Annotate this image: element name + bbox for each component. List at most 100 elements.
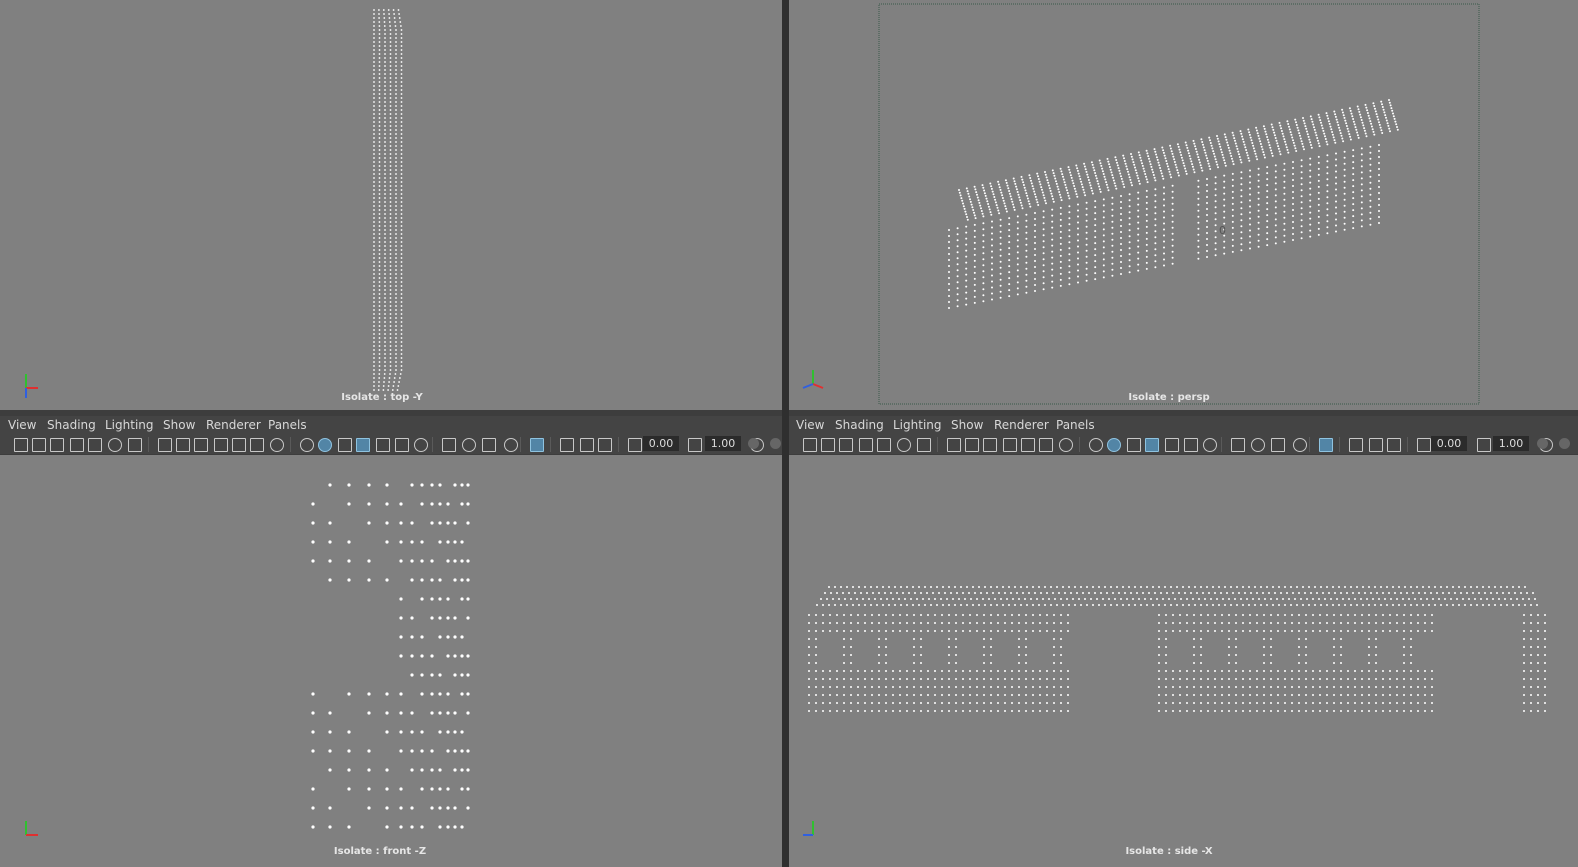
toolbar-tool-icon[interactable]	[1477, 438, 1491, 452]
toolbar-tool-icon[interactable]	[442, 438, 456, 452]
point-vertex	[1207, 630, 1209, 632]
toolbar-tool-icon[interactable]	[504, 438, 518, 452]
toolbar-tool-icon[interactable]	[983, 438, 997, 452]
toolbar-tool-icon[interactable]	[232, 438, 246, 452]
toolbar-tool-icon[interactable]	[839, 438, 853, 452]
toolbar-tool-icon[interactable]	[530, 438, 544, 452]
menu-shading[interactable]: Shading	[47, 418, 96, 432]
toolbar-tool-icon[interactable]	[1369, 438, 1383, 452]
toolbar-tool-icon[interactable]	[1003, 438, 1017, 452]
point-vertex	[1051, 256, 1054, 259]
point-vertex	[1360, 213, 1363, 216]
toolbar-tool-icon[interactable]	[803, 438, 817, 452]
toolbar-tool-icon[interactable]	[1107, 438, 1121, 452]
toolbar-tool-icon[interactable]	[14, 438, 28, 452]
toolbar-tool-icon[interactable]	[482, 438, 496, 452]
toolbar-tool-icon[interactable]	[1089, 438, 1103, 452]
toolbar-tool-icon[interactable]	[1319, 438, 1333, 452]
toolbar-tool-icon[interactable]	[300, 438, 314, 452]
toolbar-tool-icon[interactable]	[1021, 438, 1035, 452]
toolbar-tool-icon[interactable]	[356, 438, 370, 452]
point-vertex	[1255, 126, 1258, 129]
toolbar-tool-icon[interactable]	[821, 438, 835, 452]
toolbar-tool-icon[interactable]	[194, 438, 208, 452]
toolbar-tool-icon[interactable]	[628, 438, 642, 452]
toolbar-extra-icon[interactable]	[748, 438, 759, 449]
menu-lighting[interactable]: Lighting	[893, 418, 942, 432]
toolbar-tool-icon[interactable]	[108, 438, 122, 452]
toolbar-tool-icon[interactable]	[1184, 438, 1198, 452]
exposure-field[interactable]: 0.00	[1431, 436, 1467, 451]
toolbar-tool-icon[interactable]	[897, 438, 911, 452]
toolbar-tool-icon[interactable]	[1231, 438, 1245, 452]
toolbar-tool-icon[interactable]	[128, 438, 142, 452]
toolbar-tool-icon[interactable]	[395, 438, 409, 452]
viewport-persp[interactable]: 0 Isolate : persp	[789, 0, 1578, 410]
toolbar-tool-icon[interactable]	[560, 438, 574, 452]
gamma-field[interactable]: 1.00	[705, 436, 741, 451]
viewport-side[interactable]: Isolate : side -X	[789, 455, 1578, 867]
menu-panels[interactable]: Panels	[1056, 418, 1095, 432]
toolbar-tool-icon[interactable]	[965, 438, 979, 452]
toolbar-tool-icon[interactable]	[1417, 438, 1431, 452]
toolbar-tool-icon[interactable]	[318, 438, 332, 452]
toolbar-tool-icon[interactable]	[414, 438, 428, 452]
toolbar-tool-icon[interactable]	[1271, 438, 1285, 452]
toolbar-extra-icon[interactable]	[1559, 438, 1570, 449]
point-vertex	[1206, 214, 1208, 216]
point-vertex	[1068, 283, 1071, 286]
toolbar-tool-icon[interactable]	[70, 438, 84, 452]
toolbar-tool-icon[interactable]	[917, 438, 931, 452]
toolbar-extra-icon[interactable]	[770, 438, 781, 449]
menu-renderer[interactable]: Renderer	[206, 418, 261, 432]
toolbar-tool-icon[interactable]	[580, 438, 594, 452]
menu-show[interactable]: Show	[951, 418, 983, 432]
menu-view[interactable]: View	[8, 418, 36, 432]
menu-shading[interactable]: Shading	[835, 418, 884, 432]
toolbar-tool-icon[interactable]	[1387, 438, 1401, 452]
toolbar-extra-icon[interactable]	[1537, 438, 1548, 449]
viewport-divider[interactable]	[782, 0, 789, 867]
point-vertex	[1223, 252, 1226, 255]
point-vertex	[1002, 199, 1005, 202]
toolbar-tool-icon[interactable]	[1203, 438, 1217, 452]
toolbar-tool-icon[interactable]	[376, 438, 390, 452]
toolbar-tool-icon[interactable]	[598, 438, 612, 452]
toolbar-tool-icon[interactable]	[270, 438, 284, 452]
toolbar-tool-icon[interactable]	[176, 438, 190, 452]
toolbar-tool-icon[interactable]	[50, 438, 64, 452]
toolbar-tool-icon[interactable]	[1039, 438, 1053, 452]
menu-show[interactable]: Show	[163, 418, 195, 432]
toolbar-tool-icon[interactable]	[214, 438, 228, 452]
toolbar-tool-icon[interactable]	[1059, 438, 1073, 452]
toolbar-tool-icon[interactable]	[688, 438, 702, 452]
point-vertex	[1537, 638, 1539, 640]
toolbar-tool-icon[interactable]	[1349, 438, 1363, 452]
point-vertex	[1161, 175, 1164, 178]
point-vertex	[1256, 686, 1258, 688]
menu-panels[interactable]: Panels	[268, 418, 307, 432]
toolbar-tool-icon[interactable]	[1127, 438, 1141, 452]
toolbar-tool-icon[interactable]	[338, 438, 352, 452]
toolbar-tool-icon[interactable]	[250, 438, 264, 452]
viewport-top[interactable]: Isolate : top -Y	[0, 0, 782, 410]
toolbar-tool-icon[interactable]	[859, 438, 873, 452]
point-vertex	[383, 21, 386, 23]
menu-lighting[interactable]: Lighting	[105, 418, 154, 432]
exposure-field[interactable]: 0.00	[643, 436, 679, 451]
toolbar-tool-icon[interactable]	[1145, 438, 1159, 452]
toolbar-tool-icon[interactable]	[1165, 438, 1179, 452]
gamma-field[interactable]: 1.00	[1493, 436, 1529, 451]
menu-view[interactable]: View	[796, 418, 824, 432]
point-vertex	[924, 586, 926, 588]
toolbar-tool-icon[interactable]	[1251, 438, 1265, 452]
toolbar-tool-icon[interactable]	[158, 438, 172, 452]
toolbar-tool-icon[interactable]	[1293, 438, 1307, 452]
toolbar-tool-icon[interactable]	[32, 438, 46, 452]
toolbar-tool-icon[interactable]	[877, 438, 891, 452]
toolbar-tool-icon[interactable]	[88, 438, 102, 452]
viewport-front[interactable]: Isolate : front -Z	[0, 455, 782, 867]
toolbar-tool-icon[interactable]	[947, 438, 961, 452]
toolbar-tool-icon[interactable]	[462, 438, 476, 452]
menu-renderer[interactable]: Renderer	[994, 418, 1049, 432]
